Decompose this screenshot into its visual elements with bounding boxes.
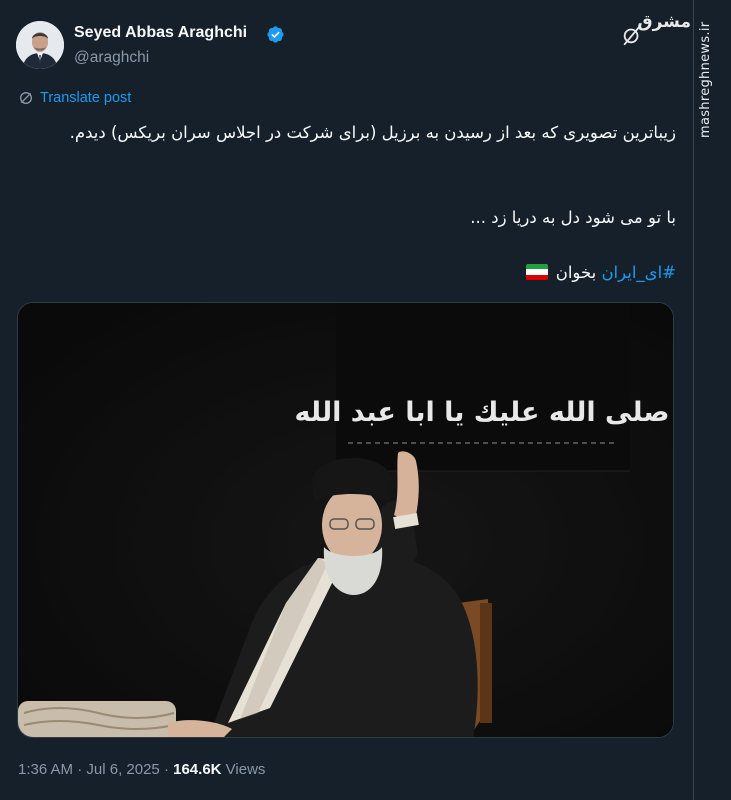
tweet-meta: 1:36 AM · Jul 6, 2025 · 164.6K Views <box>18 761 265 778</box>
avatar[interactable] <box>16 21 64 69</box>
banner-calligraphy: صلى الله عليك يا ابا عبد الله <box>295 397 670 428</box>
divider <box>693 0 694 800</box>
watermark-site: mashreghnews.ir <box>698 21 713 138</box>
tweet-text-line1: زیباترین تصویری که بعد از رسیدن به برزیل… <box>69 123 676 142</box>
hashtag-link[interactable]: #ای_ایران <box>601 263 676 282</box>
author-name[interactable]: Seyed Abbas Araghchi <box>74 24 247 42</box>
tweet-text-line2: با تو می شود دل به دریا زد ... <box>470 208 676 227</box>
translate-icon <box>20 92 32 104</box>
iran-flag-icon <box>526 264 549 280</box>
watermark-logo: مشرق <box>637 12 691 32</box>
meta-separator: · <box>77 761 83 778</box>
tweet-page: مشرق mashreghnews.ir Seyed Abbas Araghch… <box>0 0 731 800</box>
views-count: 164.6K <box>173 761 222 778</box>
tweet-time[interactable]: 1:36 AM <box>18 761 73 778</box>
translate-label: Translate post <box>40 90 132 106</box>
meta-separator: · <box>163 761 169 778</box>
translate-post-link[interactable]: Translate post <box>18 90 131 106</box>
views-label: Views <box>225 761 266 778</box>
grok-icon[interactable] <box>621 24 643 46</box>
verified-badge-icon <box>267 26 284 43</box>
tweet-text-line3: #ای_ایران بخوان <box>18 259 676 286</box>
author-handle[interactable]: @araghchi <box>74 49 149 67</box>
hashtag-suffix: بخوان <box>555 263 597 282</box>
tweet-photo[interactable]: صلى الله عليك يا ابا عبد الله <box>17 302 674 738</box>
tweet-date[interactable]: Jul 6, 2025 <box>86 761 159 778</box>
